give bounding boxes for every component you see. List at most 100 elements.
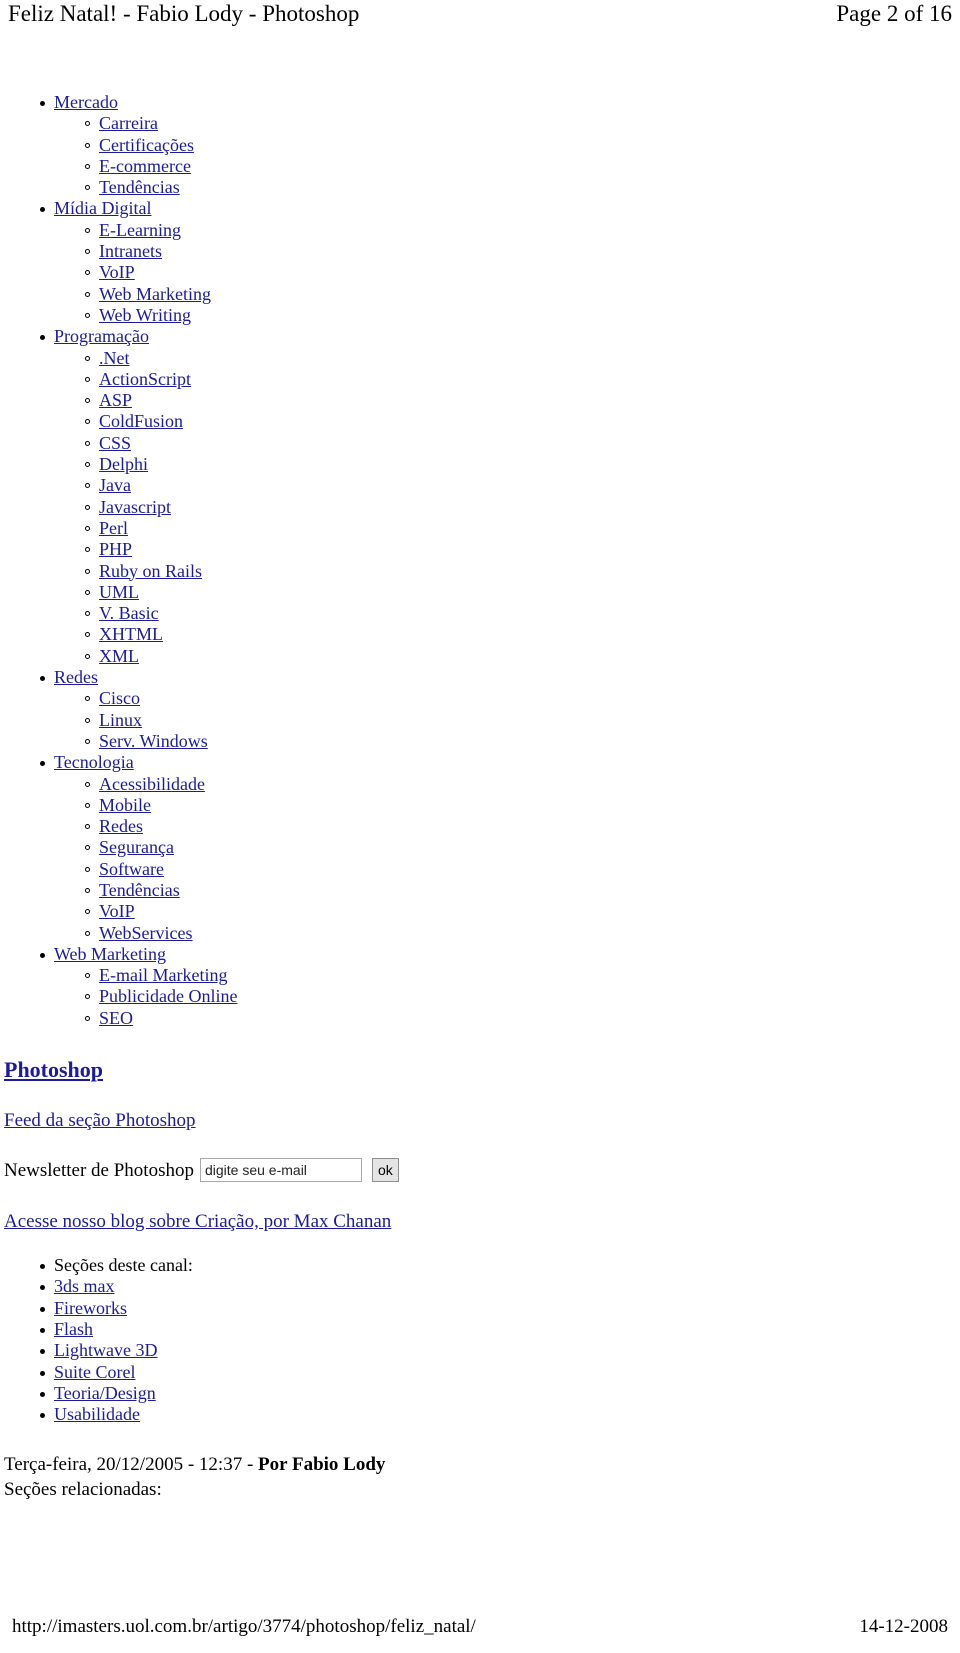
nav-group-link[interactable]: Tecnologia: [54, 752, 134, 772]
nav-sub-item: V. Basic: [85, 603, 960, 624]
nav-sub-link[interactable]: PHP: [99, 539, 132, 559]
nav-sub-link[interactable]: UML: [99, 582, 139, 602]
nav-sub-link[interactable]: ActionScript: [99, 369, 191, 389]
nav-sub-link[interactable]: V. Basic: [99, 603, 159, 623]
channel-intro-label: Seções deste canal:: [54, 1255, 193, 1276]
nav-sub-link[interactable]: Intranets: [99, 241, 162, 261]
nav-sub-item: Segurança: [85, 837, 960, 858]
nav-sub-link[interactable]: Tendências: [99, 880, 180, 900]
nav-sub-item: Acessibilidade: [85, 774, 960, 795]
disc-bullet-icon: [40, 207, 45, 213]
nav-sub-item: Ruby on Rails: [85, 561, 960, 582]
nav-sub-link[interactable]: ASP: [99, 390, 132, 410]
nav-sub-link[interactable]: .Net: [99, 348, 130, 368]
channel-link[interactable]: Suite Corel: [54, 1362, 136, 1382]
nav-sub-item: Tendências: [85, 880, 960, 901]
nav-subgroup-container: E-mail Marketing Publicidade Online SEO: [40, 965, 960, 1029]
nav-sub-link[interactable]: XHTML: [99, 624, 163, 644]
channel-link[interactable]: Fireworks: [54, 1298, 127, 1318]
nav-sub-link[interactable]: Acessibilidade: [99, 774, 205, 794]
circle-bullet-icon: [85, 1015, 90, 1021]
nav-group-link[interactable]: Mercado: [54, 92, 118, 112]
page-header-title: Feliz Natal! - Fabio Lody - Photoshop: [8, 1, 360, 26]
channel-link[interactable]: Flash: [54, 1319, 93, 1339]
nav-sub-link[interactable]: E-mail Marketing: [99, 965, 227, 985]
nav-sub-link[interactable]: Serv. Windows: [99, 731, 208, 751]
disc-bullet-icon: [40, 335, 45, 341]
footer-print-date: 14-12-2008: [859, 1616, 948, 1637]
nav-sub-link[interactable]: WebServices: [99, 923, 193, 943]
article-byline-author: Por Fabio Lody: [258, 1454, 386, 1476]
channel-list-item: Fireworks: [40, 1298, 960, 1319]
circle-bullet-icon: [85, 398, 90, 404]
nav-sub-link[interactable]: Javascript: [99, 497, 171, 517]
nav-sub-item: ActionScript: [85, 369, 960, 390]
nav-sub-link[interactable]: Java: [99, 475, 131, 495]
nav-sub-link[interactable]: Segurança: [99, 837, 174, 857]
nav-sub-link[interactable]: Linux: [99, 710, 142, 730]
nav-group-link[interactable]: Programação: [54, 326, 149, 346]
nav-group-link[interactable]: Web Marketing: [54, 944, 166, 964]
nav-sublist: Cisco Linux Serv. Windows: [40, 688, 960, 752]
nav-sub-item: Linux: [85, 710, 960, 731]
blog-link[interactable]: Acesse nosso blog sobre Criação, por Max…: [4, 1211, 391, 1232]
nav-sub-item: Intranets: [85, 241, 960, 262]
nav-sub-link[interactable]: Web Marketing: [99, 284, 211, 304]
nav-sub-item: ASP: [85, 390, 960, 411]
nav-subgroup-container: Acessibilidade Mobile Redes Segurança Softwa…: [40, 774, 960, 944]
nav-sub-link[interactable]: VoIP: [99, 901, 135, 921]
nav-sub-link[interactable]: SEO: [99, 1008, 133, 1028]
circle-bullet-icon: [85, 717, 90, 723]
page-footer: http://imasters.uol.com.br/artigo/3774/p…: [0, 1615, 960, 1639]
article-byline-date: Terça-feira, 20/12/2005 - 12:37 -: [4, 1454, 259, 1476]
nav-sub-link[interactable]: E-Learning: [99, 220, 181, 240]
nav-sub-item: VoIP: [85, 262, 960, 283]
nav-sub-link[interactable]: Delphi: [99, 454, 148, 474]
circle-bullet-icon: [85, 845, 90, 851]
nav-sub-link[interactable]: VoIP: [99, 262, 135, 282]
section-feed-link[interactable]: Feed da seção Photoshop: [4, 1110, 196, 1131]
nav-sub-link[interactable]: Ruby on Rails: [99, 561, 202, 581]
disc-bullet-icon: [40, 101, 45, 106]
nav-sub-link[interactable]: Redes: [99, 816, 143, 836]
nav-sub-link[interactable]: Tendências: [99, 177, 180, 197]
disc-bullet-icon: [40, 1413, 45, 1419]
section-heading-link[interactable]: Photoshop: [4, 1057, 103, 1082]
nav-sub-link[interactable]: E-commerce: [99, 156, 191, 176]
circle-bullet-icon: [85, 142, 90, 148]
circle-bullet-icon: [85, 270, 90, 276]
nav-sub-link[interactable]: Cisco: [99, 688, 140, 708]
nav-sub-link[interactable]: Web Writing: [99, 305, 191, 325]
circle-bullet-icon: [85, 994, 90, 1000]
nav-sub-item: Carreira: [85, 113, 960, 134]
nav-sub-link[interactable]: Perl: [99, 518, 128, 538]
nav-sub-link[interactable]: Mobile: [99, 795, 151, 815]
channel-sections-list: Seções deste canal: 3ds max Fireworks Flash…: [0, 1255, 960, 1425]
newsletter-submit-button[interactable]: ok: [371, 1158, 399, 1183]
feed-line: Feed da seção Photoshop: [4, 1109, 960, 1132]
nav-group-link[interactable]: Redes: [54, 667, 98, 687]
nav-sub-item: Redes: [85, 816, 960, 837]
channel-link[interactable]: Teoria/Design: [54, 1383, 156, 1403]
nav-sub-link[interactable]: XML: [99, 646, 139, 666]
page-number-indicator: Page 2 of 16: [836, 1, 952, 26]
channel-link[interactable]: 3ds max: [54, 1276, 115, 1296]
disc-bullet-icon: [40, 676, 45, 682]
circle-bullet-icon: [85, 249, 90, 255]
nav-sub-link[interactable]: ColdFusion: [99, 411, 183, 431]
nav-sub-link[interactable]: CSS: [99, 433, 131, 453]
nav-group-link[interactable]: Mídia Digital: [54, 198, 152, 218]
nav-sub-link[interactable]: Publicidade Online: [99, 986, 237, 1006]
nav-sub-item: ColdFusion: [85, 411, 960, 432]
nav-sub-link[interactable]: Carreira: [99, 113, 158, 133]
circle-bullet-icon: [85, 547, 90, 553]
newsletter-email-input[interactable]: [199, 1158, 362, 1183]
nav-sub-item: CSS: [85, 433, 960, 454]
circle-bullet-icon: [85, 525, 90, 531]
channel-intro-item: Seções deste canal:: [40, 1255, 960, 1276]
nav-sub-link[interactable]: Certificações: [99, 135, 194, 155]
channel-link[interactable]: Lightwave 3D: [54, 1340, 157, 1360]
channel-link[interactable]: Usabilidade: [54, 1404, 140, 1424]
nav-sub-link[interactable]: Software: [99, 859, 164, 879]
nav-group-item: Tecnologia: [40, 752, 960, 773]
